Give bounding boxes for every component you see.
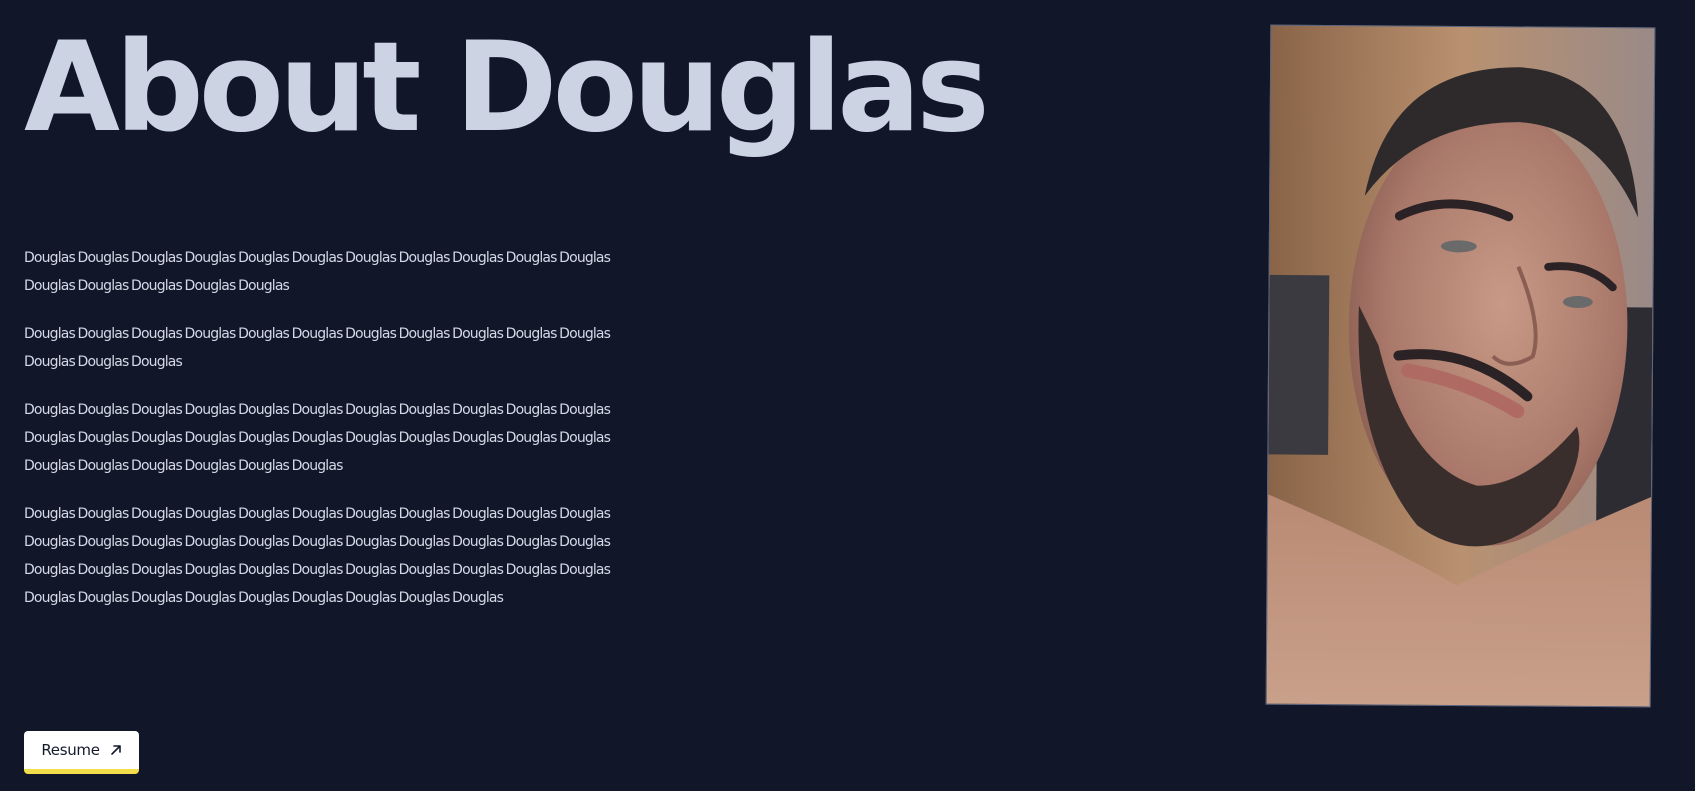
- bio-paragraph: Douglas Douglas Douglas Douglas Douglas …: [24, 250, 611, 294]
- arrow-up-right-icon: [110, 744, 122, 756]
- profile-photo: [1265, 24, 1656, 708]
- bio-paragraph: Douglas Douglas Douglas Douglas Douglas …: [24, 326, 611, 370]
- bio-paragraph: Douglas Douglas Douglas Douglas Douglas …: [24, 402, 611, 474]
- portrait-photo-icon: [1266, 25, 1655, 707]
- page-title: About Douglas: [24, 16, 990, 160]
- bio-section: Douglas Douglas Douglas Douglas Douglas …: [24, 244, 624, 632]
- resume-button[interactable]: Resume: [24, 731, 139, 774]
- resume-button-label: Resume: [41, 741, 100, 759]
- bio-paragraph: Douglas Douglas Douglas Douglas Douglas …: [24, 506, 611, 606]
